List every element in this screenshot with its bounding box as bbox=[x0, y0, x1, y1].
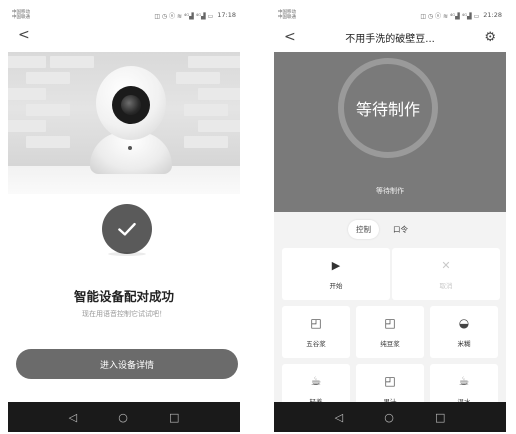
enter-device-details-button[interactable]: 进入设备详情 bbox=[16, 349, 238, 379]
status-icons: ◫ ◷ ⓝ ≋ ⁴ᴳ▟ ⁴ᴳ▟ ▭ 21:28 bbox=[420, 11, 502, 20]
signal-icons: ◫ ◷ ⓝ ≋ ⁴ᴳ▟ ⁴ᴳ▟ ▭ bbox=[420, 12, 480, 20]
status-icons: ◫ ◷ ⓝ ≋ ⁴ᴳ▟ ⁴ᴳ▟ ▭ 17:18 bbox=[154, 11, 236, 20]
nav-home-icon[interactable]: ○ bbox=[384, 411, 394, 424]
header: < 不用手洗的破壁豆... ⚙ bbox=[274, 22, 506, 52]
tab-control[interactable]: 控制 bbox=[348, 220, 379, 239]
status-subtext: 等待制作 bbox=[376, 187, 404, 195]
cup-icon: ◰ bbox=[310, 315, 322, 330]
back-icon[interactable]: < bbox=[18, 28, 30, 42]
back-icon[interactable]: < bbox=[284, 30, 296, 44]
play-icon: ▶ bbox=[331, 258, 341, 272]
status-bar: 中国移动 中国联通 ◫ ◷ ⓝ ≋ ⁴ᴳ▟ ⁴ᴳ▟ ▭ 17:18 bbox=[8, 8, 240, 22]
cup-icon: ◰ bbox=[384, 315, 396, 330]
cancel-label: 取消 bbox=[439, 281, 453, 290]
tab-commands[interactable]: 口令 bbox=[385, 220, 416, 239]
status-time: 21:28 bbox=[483, 11, 502, 19]
status-ring-label: 等待制作 bbox=[355, 100, 420, 119]
carrier-2: 中国联通 bbox=[278, 15, 296, 20]
carrier-2: 中国联通 bbox=[12, 15, 30, 20]
pairing-success-screen: 中国移动 中国联通 ◫ ◷ ⓝ ≋ ⁴ᴳ▟ ⁴ᴳ▟ ▭ 17:18 < 智能设备… bbox=[8, 8, 240, 432]
mug-icon: ☕ bbox=[458, 373, 470, 388]
mode-tabs: 控制 口令 bbox=[348, 220, 416, 239]
nav-recent-icon[interactable]: □ bbox=[169, 411, 179, 424]
program-tile-grain[interactable]: ◰ 五谷浆 bbox=[282, 306, 350, 358]
cancel-button[interactable]: ✕ 取消 bbox=[392, 248, 500, 300]
system-nav-bar: ◁ ○ □ bbox=[274, 402, 506, 432]
camera-head bbox=[96, 66, 166, 140]
program-grid: ◰ 五谷浆 ◰ 纯豆浆 ◒ 米糊 ☕ 轻养 ◰ 果汁 ☕ 温水 bbox=[282, 306, 500, 416]
close-icon: ✕ bbox=[441, 258, 451, 272]
status-bar: 中国移动 中国联通 ◫ ◷ ⓝ ≋ ⁴ᴳ▟ ⁴ᴳ▟ ▭ 21:28 bbox=[274, 8, 506, 22]
settings-gear-icon[interactable]: ⚙ bbox=[484, 30, 496, 45]
nav-back-icon[interactable]: ◁ bbox=[335, 411, 343, 424]
device-title: 不用手洗的破壁豆... bbox=[345, 33, 435, 45]
program-tile-soy[interactable]: ◰ 纯豆浆 bbox=[356, 306, 424, 358]
carrier-labels: 中国移动 中国联通 bbox=[278, 10, 296, 20]
status-hero: 等待制作 等待制作 bbox=[274, 52, 506, 212]
top-bar: < bbox=[8, 22, 240, 48]
program-label: 米糊 bbox=[457, 339, 471, 348]
teapot-icon: ☕ bbox=[310, 373, 322, 388]
carrier-labels: 中国移动 中国联通 bbox=[12, 10, 30, 20]
system-nav-bar: ◁ ○ □ bbox=[8, 402, 240, 432]
nav-home-icon[interactable]: ○ bbox=[118, 411, 128, 424]
success-title: 智能设备配对成功 bbox=[73, 289, 174, 304]
juice-cup-icon: ◰ bbox=[384, 373, 396, 388]
camera-photo bbox=[8, 52, 240, 194]
success-subtitle: 现在用语音控制它试试吧！ bbox=[82, 310, 166, 318]
start-label: 开始 bbox=[329, 281, 343, 290]
camera-lens-icon bbox=[121, 95, 141, 115]
success-check-icon bbox=[102, 204, 152, 254]
program-label: 纯豆浆 bbox=[380, 339, 400, 348]
nav-recent-icon[interactable]: □ bbox=[435, 411, 445, 424]
start-button[interactable]: ▶ 开始 bbox=[282, 248, 390, 300]
program-label: 五谷浆 bbox=[306, 339, 326, 348]
signal-icons: ◫ ◷ ⓝ ≋ ⁴ᴳ▟ ⁴ᴳ▟ ▭ bbox=[154, 12, 214, 20]
device-control-screen: 中国移动 中国联通 ◫ ◷ ⓝ ≋ ⁴ᴳ▟ ⁴ᴳ▟ ▭ 21:28 < 不用手洗… bbox=[274, 8, 506, 432]
status-time: 17:18 bbox=[217, 11, 236, 19]
control-panel: 控制 口令 ▶ 开始 ✕ 取消 ◰ 五谷浆 ◰ 纯豆浆 ◒ 米糊 ☕ ◰ ☕ bbox=[274, 212, 506, 416]
status-ring: 等待制作 bbox=[338, 58, 438, 158]
program-tile-rice-paste[interactable]: ◒ 米糊 bbox=[430, 306, 498, 358]
bowl-icon: ◒ bbox=[458, 315, 470, 330]
nav-back-icon[interactable]: ◁ bbox=[69, 411, 77, 424]
